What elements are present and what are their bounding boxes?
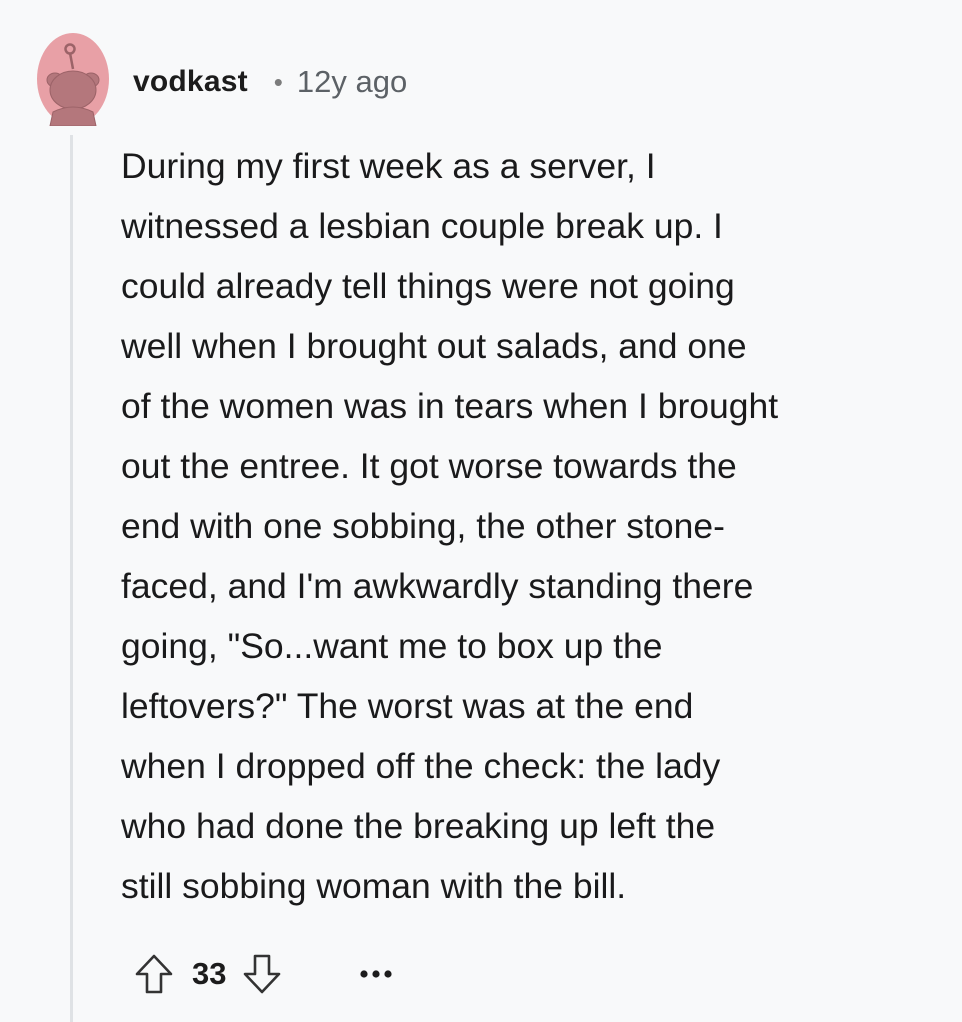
meta-separator: • [273,67,283,97]
avatar[interactable] [36,32,110,127]
upvote-arrow-icon [135,954,173,994]
more-options-icon [360,970,393,978]
comment-actions: 33 [130,948,400,1000]
more-options-button[interactable] [352,948,400,1000]
vote-score: 33 [192,956,227,991]
author-username[interactable]: vodkast [133,65,248,99]
comment-meta: vodkast • 12y ago [133,56,407,108]
thread-line[interactable] [70,135,73,1022]
downvote-arrow-icon [244,954,281,994]
snoo-avatar-icon [37,33,109,127]
comment-body: During my first week as a server, I witn… [121,146,779,906]
upvote-button[interactable] [130,948,178,1000]
downvote-button[interactable] [238,948,286,1000]
comment-timestamp[interactable]: 12y ago [297,64,407,100]
